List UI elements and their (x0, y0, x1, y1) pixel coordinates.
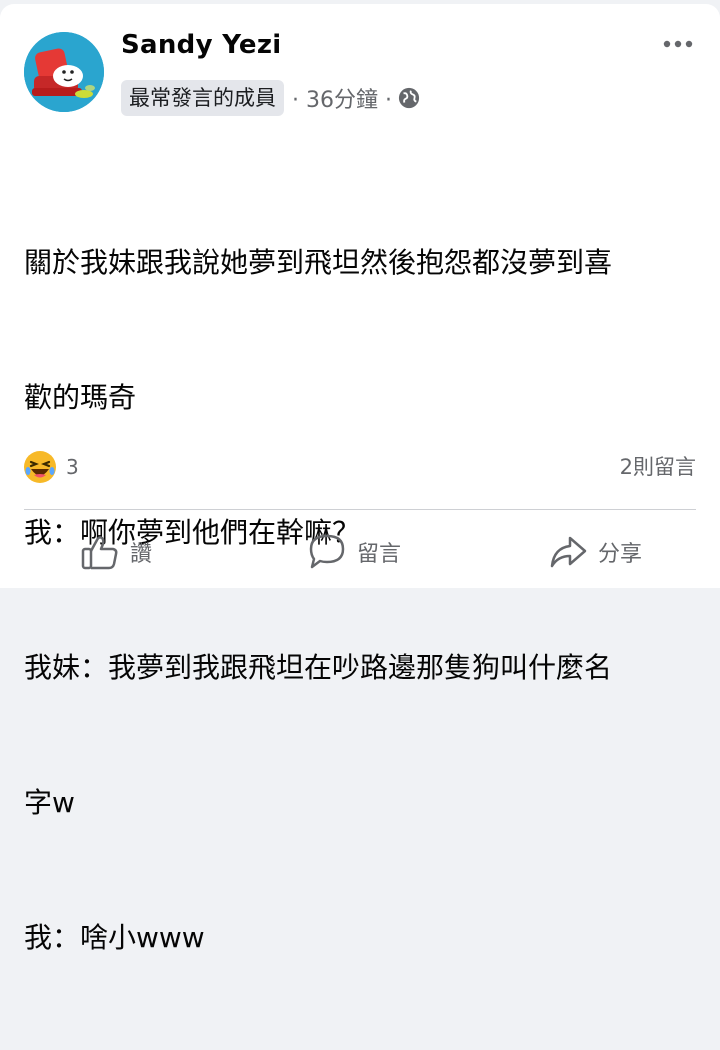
post-text-line: 我妹：我夢到我跟飛坦在吵路邊那隻狗叫什麼名 (24, 651, 613, 684)
reaction-count: 3 (66, 455, 79, 479)
reactions-summary[interactable]: 3 (22, 449, 79, 485)
share-arrow-icon (550, 536, 587, 568)
more-options-button[interactable] (662, 36, 694, 56)
comment-count-link[interactable]: 2則留言 (620, 451, 696, 481)
like-button[interactable]: 讚 (80, 522, 152, 582)
comment-button[interactable]: 留言 (307, 522, 401, 582)
more-options-icon (663, 40, 693, 48)
post-text: 關於我妹跟我說她夢到飛坦然後抱怨都沒夢到喜 歡的瑪奇 我：啊你夢到他們在幹嘛？ … (24, 150, 714, 1050)
post-time[interactable]: · 36分鐘 · (292, 82, 392, 114)
post-text-line: 關於我妹跟我說她夢到飛坦然後抱怨都沒夢到喜 (24, 246, 613, 279)
post-text-line: 我：啥小www (24, 921, 205, 954)
globe-icon (398, 87, 420, 109)
like-label: 讚 (130, 542, 153, 567)
comment-bubble-icon (309, 534, 345, 569)
post-text-line: 字w (24, 786, 75, 819)
action-bar: 讚 留言 分享 (0, 522, 720, 582)
post-meta: 最常發言的成員 · 36分鐘 · (121, 80, 420, 116)
thumbs-up-icon (81, 536, 118, 570)
post-text-line: 歡的瑪奇 (24, 381, 137, 414)
post-card: Sandy Yezi 最常發言的成員 · 36分鐘 · 關於我妹跟我說她夢到飛坦… (0, 4, 720, 954)
share-button[interactable]: 分享 (548, 522, 642, 582)
avatar[interactable] (24, 32, 104, 112)
laughing-emoji-icon (24, 451, 56, 483)
share-label: 分享 (598, 542, 643, 567)
member-badge[interactable]: 最常發言的成員 (121, 80, 284, 116)
author-name[interactable]: Sandy Yezi (121, 30, 282, 60)
avatar-illustration-icon (24, 32, 104, 112)
divider (24, 509, 696, 510)
comment-label: 留言 (357, 542, 402, 567)
